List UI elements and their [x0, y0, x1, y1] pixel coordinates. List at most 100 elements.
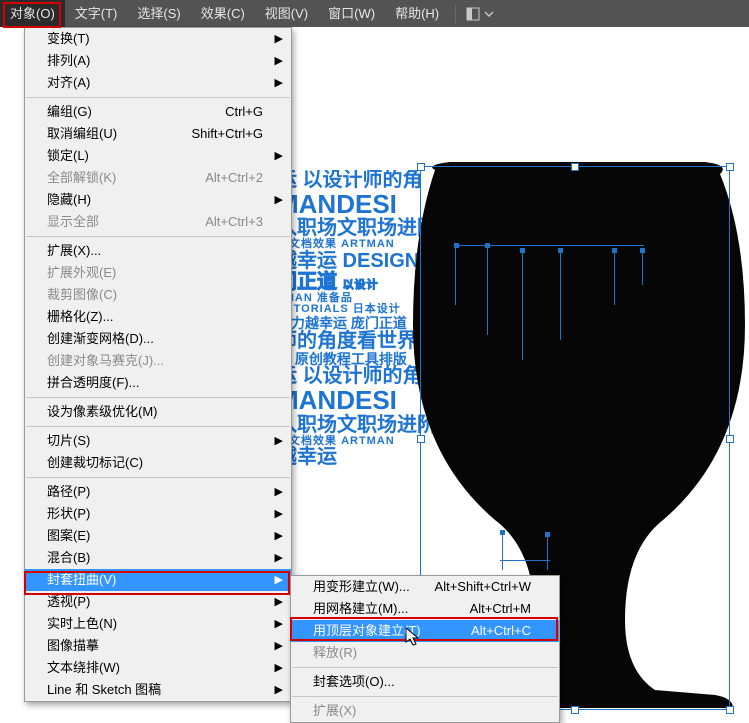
menu-separator [26, 97, 290, 98]
direction-line [455, 245, 456, 305]
dropdown-caret-icon[interactable] [484, 7, 498, 21]
object-menu-item[interactable]: 混合(B)▶ [25, 547, 291, 569]
submenu-arrow-icon: ▶ [275, 657, 283, 679]
menu-item-label: 扩展(X)... [47, 240, 101, 262]
menu-item-shortcut: Alt+Ctrl+3 [205, 211, 263, 233]
object-menu-item[interactable]: 图像描摹 ▶ [25, 635, 291, 657]
object-menu-item[interactable]: 隐藏(H)▶ [25, 189, 291, 211]
submenu-arrow-icon: ▶ [275, 679, 283, 701]
object-menu-item[interactable]: 实时上色(N)▶ [25, 613, 291, 635]
object-menu-item[interactable]: 创建渐变网格(D)... [25, 328, 291, 350]
menu-view[interactable]: 视图(V) [255, 0, 318, 27]
object-menu-item: 扩展外观(E) [25, 262, 291, 284]
direction-line [560, 250, 561, 340]
envelope-submenu-item[interactable]: 封套选项(O)... [291, 671, 559, 693]
menu-item-label: 图像描摹 [47, 635, 99, 657]
object-menu-dropdown: 变换(T)▶排列(A)▶对齐(A)▶编组(G)Ctrl+G取消编组(U)Shif… [24, 27, 292, 702]
menu-window[interactable]: 窗口(W) [318, 0, 385, 27]
menu-item-label: 封套选项(O)... [313, 671, 395, 693]
menu-item-label: 显示全部 [47, 211, 99, 233]
object-menu-item: 显示全部 Alt+Ctrl+3 [25, 211, 291, 233]
object-menu-item[interactable]: 拼合透明度(F)... [25, 372, 291, 394]
object-menu-item[interactable]: 形状(P) ▶ [25, 503, 291, 525]
menu-item-label: 实时上色(N) [47, 613, 117, 635]
menu-item-label: 锁定(L) [47, 145, 89, 167]
menu-item-label: 图案(E) [47, 525, 90, 547]
menu-item-label: 路径(P) [47, 481, 90, 503]
menu-item-label: 裁剪图像(C) [47, 284, 117, 306]
envelope-submenu-item[interactable]: 用顶层对象建立(T)Alt+Ctrl+C [291, 620, 559, 642]
object-menu-item[interactable]: 图案(E) ▶ [25, 525, 291, 547]
submenu-arrow-icon: ▶ [275, 591, 283, 613]
menu-item-label: 全部解锁(K) [47, 167, 116, 189]
object-menu-item[interactable]: Line 和 Sketch 图稿▶ [25, 679, 291, 701]
envelope-submenu-item[interactable]: 用变形建立(W)... Alt+Shift+Ctrl+W [291, 576, 559, 598]
menu-item-label: 混合(B) [47, 547, 90, 569]
object-menu-item: 裁剪图像(C) [25, 284, 291, 306]
menu-object[interactable]: 对象(O) [0, 0, 65, 27]
menu-item-label: 创建对象马赛克(J)... [47, 350, 164, 372]
direction-line [547, 532, 548, 570]
selection-handle[interactable] [417, 435, 425, 443]
menu-item-label: 栅格化(Z)... [47, 306, 113, 328]
menu-item-label: 文本绕排(W) [47, 657, 120, 679]
object-menu-item[interactable]: 排列(A) ▶ [25, 50, 291, 72]
selection-handle[interactable] [571, 706, 579, 714]
submenu-arrow-icon: ▶ [275, 525, 283, 547]
object-menu-item[interactable]: 路径(P)▶ [25, 481, 291, 503]
object-menu-item[interactable]: 扩展(X)... [25, 240, 291, 262]
submenu-arrow-icon: ▶ [275, 635, 283, 657]
submenu-arrow-icon: ▶ [275, 50, 283, 72]
object-menu-item[interactable]: 取消编组(U)Shift+Ctrl+G [25, 123, 291, 145]
menu-help[interactable]: 帮助(H) [385, 0, 449, 27]
selection-handle[interactable] [726, 706, 734, 714]
object-menu-item[interactable]: 文本绕排(W) ▶ [25, 657, 291, 679]
object-menu-item[interactable]: 锁定(L)▶ [25, 145, 291, 167]
menu-item-label: 用变形建立(W)... [313, 576, 410, 598]
envelope-submenu-item: 释放(R) [291, 642, 559, 664]
object-menu-item[interactable]: 栅格化(Z)... [25, 306, 291, 328]
direction-line [500, 560, 550, 561]
selection-handle[interactable] [726, 435, 734, 443]
object-menu-item[interactable]: 编组(G)Ctrl+G [25, 101, 291, 123]
envelope-submenu-item[interactable]: 用网格建立(M)...Alt+Ctrl+M [291, 598, 559, 620]
object-menu-item[interactable]: 透视(P)▶ [25, 591, 291, 613]
direction-line [502, 530, 503, 570]
selection-handle[interactable] [417, 163, 425, 171]
menu-item-label: 排列(A) [47, 50, 90, 72]
menu-bar: 对象(O) 文字(T) 选择(S) 效果(C) 视图(V) 窗口(W) 帮助(H… [0, 0, 749, 27]
menu-separator [26, 236, 290, 237]
menu-text[interactable]: 文字(T) [65, 0, 128, 27]
submenu-arrow-icon: ▶ [275, 503, 283, 525]
menu-item-label: 对齐(A) [47, 72, 90, 94]
selection-handle[interactable] [726, 163, 734, 171]
object-menu-item: 创建对象马赛克(J)... [25, 350, 291, 372]
menu-item-label: 释放(R) [313, 642, 357, 664]
menu-item-shortcut: Alt+Shift+Ctrl+W [435, 576, 531, 598]
arrange-docs-icon[interactable] [466, 7, 480, 21]
menu-separator [26, 477, 290, 478]
menu-select[interactable]: 选择(S) [127, 0, 190, 27]
menu-item-label: 隐藏(H) [47, 189, 91, 211]
object-menu-item[interactable]: 切片(S)▶ [25, 430, 291, 452]
object-menu-item[interactable]: 封套扭曲(V)▶ [25, 569, 291, 591]
object-menu-item: 全部解锁(K) Alt+Ctrl+2 [25, 167, 291, 189]
menu-item-label: 封套扭曲(V) [47, 569, 116, 591]
selection-handle[interactable] [571, 163, 579, 171]
menu-item-label: 用网格建立(M)... [313, 598, 408, 620]
envelope-submenu-item: 扩展(X) [291, 700, 559, 722]
menu-separator [292, 696, 558, 697]
submenu-arrow-icon: ▶ [275, 430, 283, 452]
direction-line [454, 245, 644, 246]
menu-item-shortcut: Alt+Ctrl+2 [205, 167, 263, 189]
menu-item-label: 用顶层对象建立(T) [313, 620, 421, 642]
menu-item-label: 取消编组(U) [47, 123, 117, 145]
menu-item-label: 扩展外观(E) [47, 262, 116, 284]
menu-item-label: 形状(P) [47, 503, 90, 525]
object-menu-item[interactable]: 创建裁切标记(C) [25, 452, 291, 474]
object-menu-item[interactable]: 设为像素级优化(M) [25, 401, 291, 423]
object-menu-item[interactable]: 变换(T)▶ [25, 28, 291, 50]
object-menu-item[interactable]: 对齐(A)▶ [25, 72, 291, 94]
direction-line [614, 250, 615, 305]
menu-effect[interactable]: 效果(C) [191, 0, 255, 27]
